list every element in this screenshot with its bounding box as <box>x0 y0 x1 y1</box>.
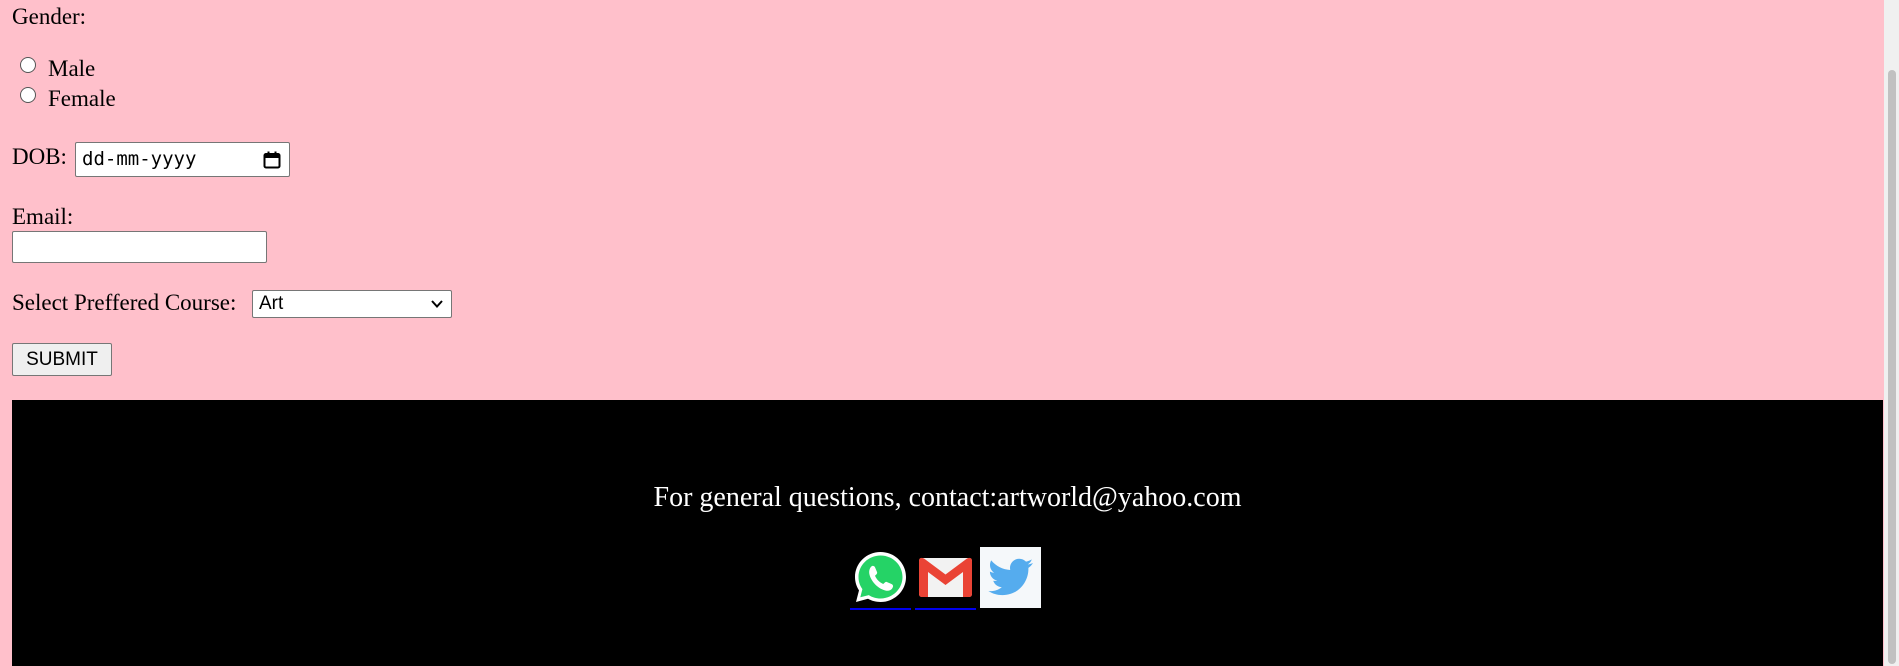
course-selected-value: Art <box>259 293 284 314</box>
scrollbar-thumb[interactable] <box>1888 70 1896 664</box>
twitter-icon-box <box>980 547 1041 608</box>
footer-contact-text: For general questions, contact:artworld@… <box>653 482 1242 513</box>
female-radio[interactable] <box>20 87 36 103</box>
twitter-link[interactable] <box>980 547 1041 608</box>
course-select[interactable]: Art <box>252 290 452 318</box>
gmail-link[interactable] <box>915 547 976 610</box>
whatsapp-icon <box>855 552 906 602</box>
vertical-scrollbar[interactable] <box>1884 0 1899 666</box>
gmail-icon <box>919 557 972 597</box>
email-field[interactable] <box>12 231 267 263</box>
course-label: Select Preffered Course: <box>12 290 237 315</box>
calendar-icon[interactable] <box>263 151 281 169</box>
email-label: Email: <box>12 204 74 229</box>
gender-label: Gender: <box>12 4 87 29</box>
chevron-down-icon <box>431 300 443 308</box>
social-links <box>850 547 1041 610</box>
twitter-icon <box>987 558 1033 595</box>
dob-label: DOB: <box>12 144 67 169</box>
dob-date-input[interactable]: dd-mm-yyyy <box>75 142 290 177</box>
male-radio[interactable] <box>20 57 36 73</box>
gender-option-female[interactable]: Female <box>20 86 116 112</box>
female-label: Female <box>48 86 116 111</box>
whatsapp-link[interactable] <box>850 547 911 610</box>
submit-button[interactable]: SUBMIT <box>12 343 112 376</box>
male-label: Male <box>48 56 96 81</box>
footer: For general questions, contact:artworld@… <box>12 400 1883 666</box>
gender-option-male[interactable]: Male <box>20 56 95 82</box>
dob-placeholder: dd-mm-yyyy <box>82 148 197 170</box>
